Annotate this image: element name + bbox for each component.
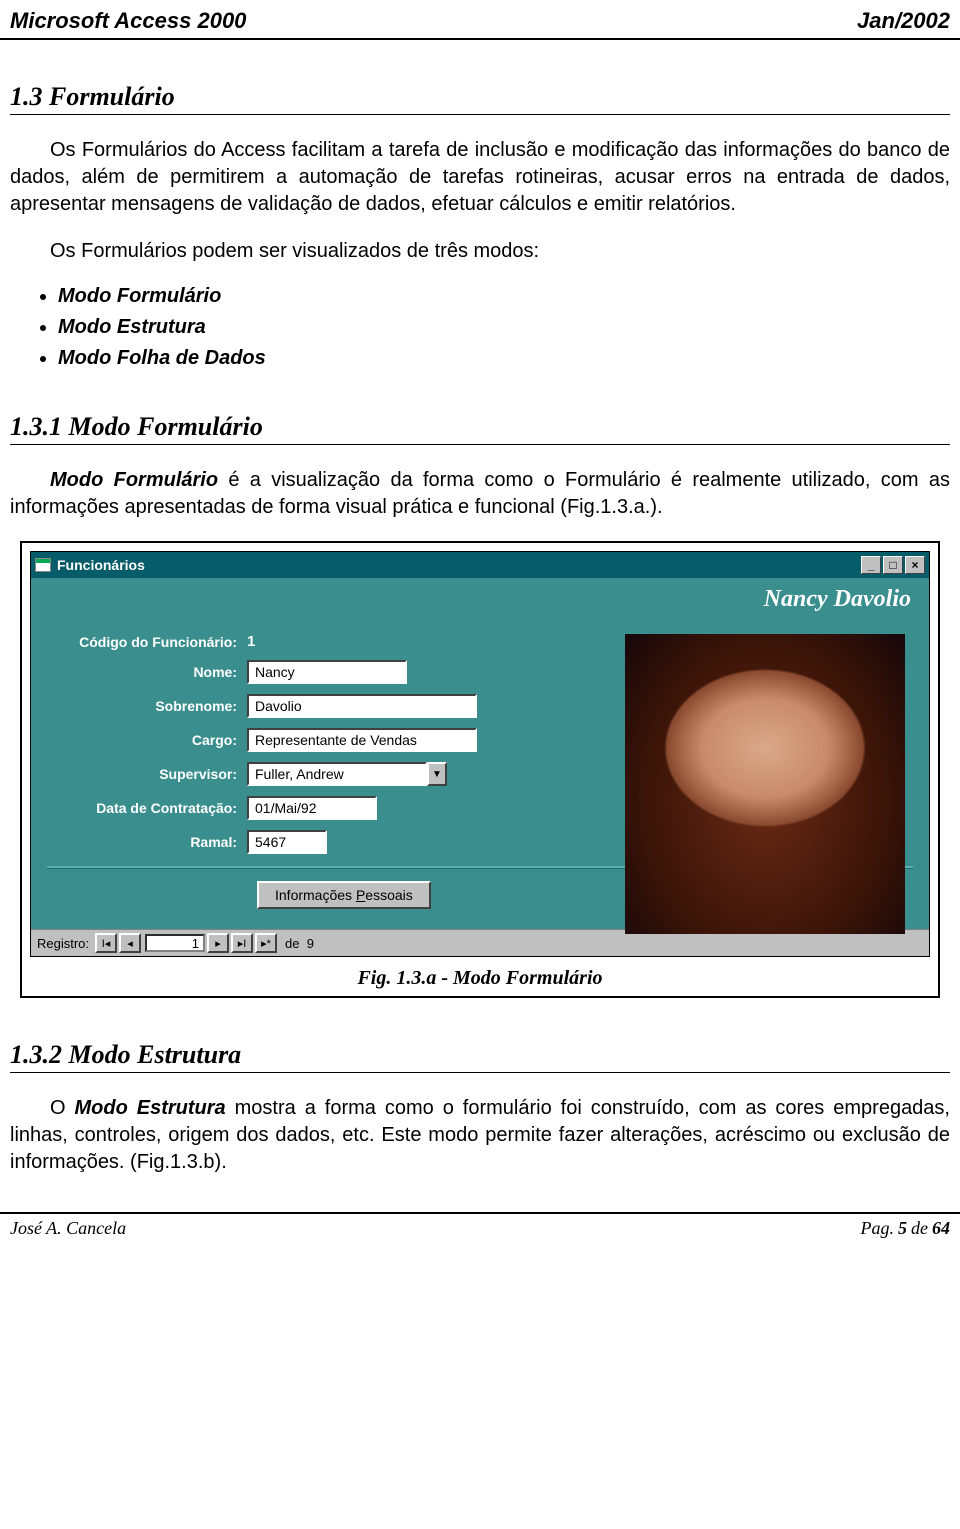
label-sobrenome: Sobrenome: — [47, 698, 247, 714]
btn-text-post: essoais — [365, 887, 412, 903]
employee-photo — [625, 634, 905, 934]
section-1-3-para2: Os Formulários podem ser visualizados de… — [10, 238, 950, 265]
access-form-window: Funcionários _ □ × Nancy Davolio Código … — [30, 551, 930, 957]
section-1-3-2-para: O Modo Estrutura mostra a forma como o f… — [10, 1095, 950, 1176]
label-cargo: Cargo: — [47, 732, 247, 748]
figure-caption: Fig. 1.3.a - Modo Formulário — [30, 967, 930, 990]
section-rule — [10, 444, 950, 445]
label-ramal: Ramal: — [47, 834, 247, 850]
minimize-button[interactable]: _ — [861, 556, 881, 574]
dropdown-supervisor[interactable]: Fuller, Andrew ▼ — [247, 762, 447, 786]
btn-text-pre: Informações — [275, 887, 356, 903]
dropdown-value-supervisor: Fuller, Andrew — [247, 762, 427, 786]
header-right: Jan/2002 — [857, 8, 950, 34]
content: 1.3 Formulário Os Formulários do Access … — [0, 82, 960, 1176]
mode-item: Modo Formulário — [58, 285, 950, 308]
last-record-button[interactable]: ▸I — [231, 933, 253, 953]
window-titlebar: Funcionários _ □ × — [31, 552, 929, 578]
page-label: Pag. — [861, 1218, 895, 1239]
first-record-button[interactable]: I◂ — [95, 933, 117, 953]
label-contratacao: Data de Contratação: — [47, 800, 247, 816]
of-label: de — [285, 936, 299, 951]
prev-record-button[interactable]: ◂ — [119, 933, 141, 953]
page-total: 64 — [932, 1218, 950, 1239]
value-codigo: 1 — [247, 633, 255, 650]
section-rule — [10, 114, 950, 115]
label-nome: Nome: — [47, 664, 247, 680]
recnav-label: Registro: — [37, 936, 89, 951]
input-nome[interactable]: Nancy — [247, 660, 407, 684]
input-ramal[interactable]: 5467 — [247, 830, 327, 854]
section-rule — [10, 1072, 950, 1073]
footer-page: Pag. 5 de 64 — [861, 1218, 951, 1239]
lead-term: Modo Formulário — [50, 469, 218, 491]
header-left: Microsoft Access 2000 — [10, 8, 246, 34]
form-icon — [35, 558, 51, 572]
info-pessoais-button[interactable]: Informações Pessoais — [257, 881, 431, 909]
btn-text-underline: P — [356, 887, 365, 903]
footer-author: José A. Cancela — [10, 1218, 126, 1239]
mode-list: Modo Formulário Modo Estrutura Modo Folh… — [58, 285, 950, 370]
input-contratacao[interactable]: 01/Mai/92 — [247, 796, 377, 820]
recnav-of: de 9 — [285, 936, 314, 951]
section-1-3-1-title: 1.3.1 Modo Formulário — [10, 412, 950, 442]
new-record-button[interactable]: ▸* — [255, 933, 277, 953]
maximize-button[interactable]: □ — [883, 556, 903, 574]
section-1-3-2-title: 1.3.2 Modo Estrutura — [10, 1040, 950, 1070]
label-codigo: Código do Funcionário: — [47, 634, 247, 650]
chevron-down-icon[interactable]: ▼ — [427, 762, 447, 786]
record-name-banner: Nancy Davolio — [31, 578, 929, 621]
lead-term: Modo Estrutura — [75, 1097, 226, 1119]
page-number: 5 — [898, 1218, 907, 1239]
section-1-3-1-para: Modo Formulário é a visualização da form… — [10, 467, 950, 521]
page-footer: José A. Cancela Pag. 5 de 64 — [0, 1212, 960, 1249]
next-record-button[interactable]: ▸ — [207, 933, 229, 953]
record-number-input[interactable]: 1 — [145, 934, 205, 952]
total-records: 9 — [307, 936, 314, 951]
close-button[interactable]: × — [905, 556, 925, 574]
screenshot-frame: Funcionários _ □ × Nancy Davolio Código … — [20, 541, 940, 998]
section-1-3-title: 1.3 Formulário — [10, 82, 950, 112]
page-of: de — [911, 1218, 928, 1239]
mode-item: Modo Estrutura — [58, 316, 950, 339]
label-supervisor: Supervisor: — [47, 766, 247, 782]
form-body: Código do Funcionário: 1 Nome: Nancy Sob… — [31, 621, 929, 929]
para-pre: O — [50, 1097, 75, 1119]
input-sobrenome[interactable]: Davolio — [247, 694, 477, 718]
input-cargo[interactable]: Representante de Vendas — [247, 728, 477, 752]
window-title: Funcionários — [57, 557, 859, 573]
page-header: Microsoft Access 2000 Jan/2002 — [0, 0, 960, 40]
mode-item: Modo Folha de Dados — [58, 347, 950, 370]
section-1-3-para1: Os Formulários do Access facilitam a tar… — [10, 137, 950, 218]
